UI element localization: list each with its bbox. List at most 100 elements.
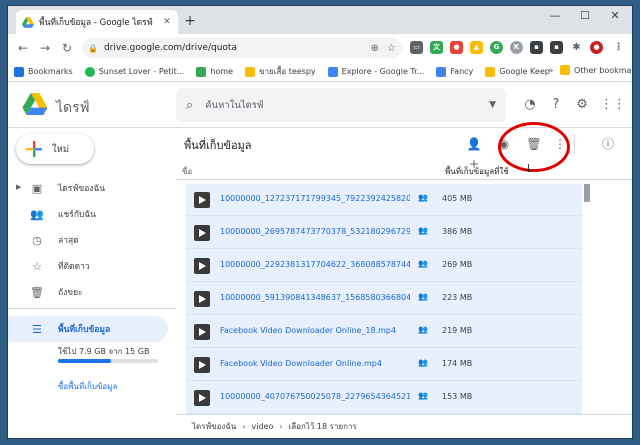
table-row[interactable]: 10000000_127237171799345_7922392425820..…	[186, 184, 582, 216]
extension-icon[interactable]: G	[490, 41, 503, 54]
sidebar-item-starred[interactable]: ☆ ที่ติดดาว	[8, 253, 168, 279]
extension-icon[interactable]: ▪	[550, 41, 563, 54]
page-title: พื้นที่เก็บข้อมูล	[184, 139, 252, 152]
sidebar-item-recent[interactable]: ◷ ล่าสุด	[8, 227, 168, 253]
shared-icon: 👥	[418, 325, 428, 334]
column-storage-used[interactable]: พื้นที่เก็บข้อมูลที่ใช้	[445, 165, 509, 178]
shared-icon: 👥	[418, 259, 428, 268]
file-name[interactable]: 10000000_2292381317704622_368088578744..…	[220, 260, 410, 269]
bookmark-icon	[14, 66, 24, 77]
bookmark-star-icon[interactable]: ☆	[387, 43, 396, 54]
reload-icon[interactable]: ↻	[56, 41, 78, 55]
search-bar[interactable]: ⌕ ค้นหาในไดรฟ์ ▼	[176, 88, 506, 122]
sidebar-item-my-drive[interactable]: ▣ ไดรฟ์ของฉัน	[8, 175, 168, 201]
sort-arrow-icon[interactable]: ↓	[524, 162, 533, 175]
table-row[interactable]: 10000000_2695787473770378_532180296729..…	[186, 217, 582, 249]
file-name[interactable]: Facebook Video Downloader Online.mp4	[220, 359, 410, 368]
file-name[interactable]: 10000000_407076750025078_2279654364521..…	[220, 392, 410, 401]
extension-icon[interactable]: ●	[450, 41, 463, 54]
bookmark-item[interactable]: ขายเสื้อ teespy	[245, 65, 316, 78]
offline-icon[interactable]: ◔	[522, 97, 538, 113]
scrollbar-thumb[interactable]	[584, 184, 590, 202]
url-text: drive.google.com/drive/quota	[103, 43, 237, 53]
file-name[interactable]: 10000000_591390841348637_1568580366804..…	[220, 293, 410, 302]
home-icon	[196, 66, 207, 77]
other-bookmarks[interactable]: Other bookmarks	[560, 65, 632, 75]
folder-icon	[560, 65, 570, 75]
bookmark-item[interactable]: home	[196, 66, 233, 77]
column-name[interactable]: ชื่อ	[182, 165, 192, 178]
chevron-right-icon: ›	[279, 422, 283, 431]
back-icon[interactable]: ←	[12, 41, 34, 55]
extension-icon[interactable]: ▪	[530, 41, 543, 54]
table-row[interactable]: 10000000_2292381317704622_368088578744..…	[186, 250, 582, 282]
bookmark-item[interactable]: Explore - Google Tr...	[327, 66, 424, 77]
file-size: 153 MB	[442, 392, 473, 401]
minimize-icon[interactable]: —	[540, 9, 570, 22]
extension-icon[interactable]: ▭	[410, 41, 423, 54]
file-name[interactable]: 10000000_127237171799345_7922392425820..…	[220, 194, 410, 203]
video-thumbnail-icon	[194, 291, 210, 307]
table-row[interactable]: 10000000_407076750025078_2279654364521..…	[186, 382, 582, 414]
quota-bar	[58, 359, 158, 363]
breadcrumb-item[interactable]: video	[251, 422, 273, 431]
help-icon[interactable]: ?	[548, 97, 564, 113]
bookmark-item[interactable]: Bookmarks	[14, 66, 73, 77]
file-name[interactable]: Facebook Video Downloader Online_18.mp4	[220, 326, 410, 335]
avatar[interactable]: ●	[590, 41, 603, 54]
new-button[interactable]: ใหม่	[16, 134, 94, 164]
trash-icon: 🗑	[30, 285, 44, 299]
scrollbar[interactable]	[584, 184, 590, 414]
file-list: 10000000_127237171799345_7922392425820..…	[186, 184, 582, 414]
breadcrumb-item[interactable]: ไดรฟ์ของฉัน	[192, 420, 236, 433]
sidebar-item-storage[interactable]: ☰ พื้นที่เก็บข้อมูล	[8, 316, 168, 342]
file-size: 219 MB	[442, 326, 473, 335]
file-size: 223 MB	[442, 293, 473, 302]
clock-icon: ◷	[32, 233, 42, 247]
address-bar[interactable]: 🔒 drive.google.com/drive/quota ⊕ ☆	[82, 38, 402, 58]
bookmark-item[interactable]: Fancy	[436, 66, 473, 77]
puzzle-icon[interactable]: ✱	[570, 41, 583, 54]
video-thumbnail-icon	[194, 390, 210, 406]
sidebar-item-shared[interactable]: 👥 แชร์กับฉัน	[8, 201, 168, 227]
apps-grid-icon[interactable]: ⋮⋮	[600, 97, 626, 113]
browser-tab[interactable]: พื้นที่เก็บข้อมูล - Google ไดรฟ์ ✕	[16, 10, 178, 34]
add-icon[interactable]: ⊕	[371, 43, 379, 54]
chevron-right-icon: ›	[242, 422, 246, 431]
spotify-icon	[84, 66, 95, 77]
menu-icon[interactable]: ⋮	[612, 41, 625, 54]
sidebar-item-trash[interactable]: 🗑 ถังขยะ	[8, 279, 168, 305]
file-size: 174 MB	[442, 359, 473, 368]
bookmarks-overflow-icon[interactable]: »	[548, 66, 554, 76]
lock-icon: 🔒	[88, 43, 98, 53]
app-name: ไดรฟ์	[56, 100, 90, 116]
plus-icon	[26, 141, 42, 157]
table-row[interactable]: 10000000_591390841348637_1568580366804..…	[186, 283, 582, 315]
drive-logo-icon[interactable]	[22, 93, 48, 115]
quota-text: ใช้ไป 7.9 GB จาก 15 GB	[58, 347, 150, 356]
extension-icon[interactable]: 文	[430, 41, 443, 54]
extension-icon[interactable]: K	[510, 41, 523, 54]
search-options-icon[interactable]: ▼	[489, 100, 496, 110]
forward-icon[interactable]: →	[34, 41, 56, 55]
search-input[interactable]: ค้นหาในไดรฟ์	[205, 98, 489, 113]
main-content: พื้นที่เก็บข้อมูล 👤+ ◉ 🗑 ⋮ ⓘ ชื่อ พื้นที…	[176, 122, 632, 438]
video-thumbnail-icon	[194, 324, 210, 340]
extension-icon[interactable]: ▲	[470, 41, 483, 54]
file-name[interactable]: 10000000_2695787473770378_532180296729..…	[220, 227, 410, 236]
close-window-icon[interactable]: ✕	[600, 9, 630, 22]
table-row[interactable]: Facebook Video Downloader Online.mp4 👥 174…	[186, 349, 582, 381]
table-row[interactable]: Facebook Video Downloader Online_18.mp4 👥…	[186, 316, 582, 348]
video-thumbnail-icon	[194, 357, 210, 373]
new-tab-icon[interactable]: +	[182, 13, 198, 29]
bookmark-item[interactable]: Google Keep	[485, 66, 550, 77]
close-tab-icon[interactable]: ✕	[162, 17, 172, 27]
search-icon[interactable]: ⌕	[186, 98, 193, 113]
file-size: 405 MB	[442, 194, 473, 203]
maximize-icon[interactable]: ☐	[570, 9, 600, 22]
settings-icon[interactable]: ⚙	[574, 97, 590, 113]
buy-storage-link[interactable]: ซื้อพื้นที่เก็บข้อมูล	[58, 380, 117, 393]
share-icon[interactable]: 👤+	[464, 134, 484, 171]
bookmark-item[interactable]: Sunset Lover - Petit...	[84, 66, 184, 77]
info-icon[interactable]: ⓘ	[598, 134, 618, 154]
